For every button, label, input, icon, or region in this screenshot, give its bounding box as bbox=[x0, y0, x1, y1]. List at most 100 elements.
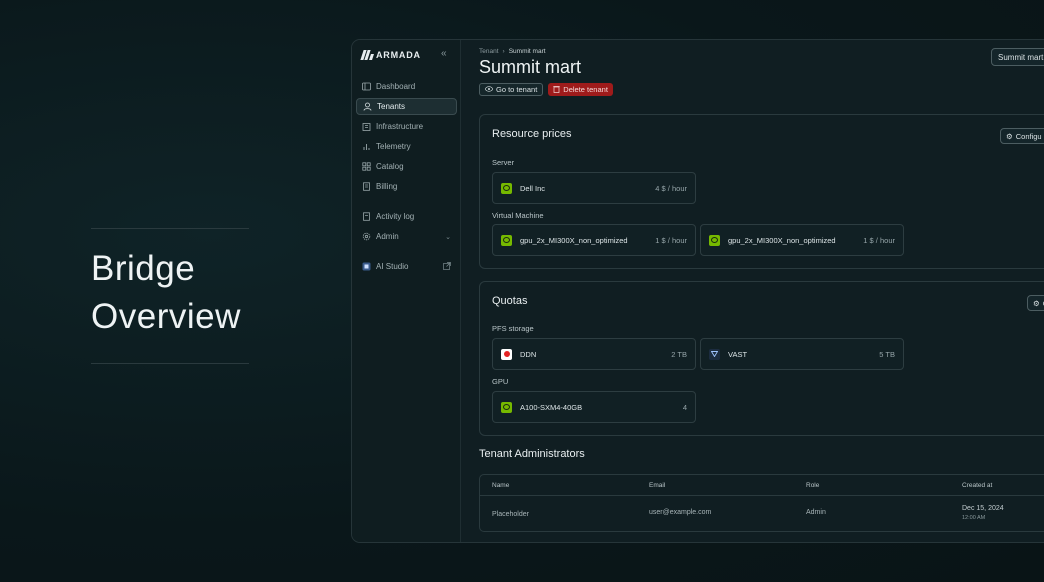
hero-title: Bridge Overview bbox=[91, 245, 249, 341]
cell-name: Placeholder bbox=[492, 511, 529, 518]
vm-price-tile[interactable]: gpu_2x_MI300X_non_optimized 1 $ / hour bbox=[700, 224, 904, 256]
sidebar-item-label: Billing bbox=[376, 182, 398, 191]
eye-icon bbox=[485, 85, 493, 94]
sidebar-item-ai-studio[interactable]: AI Studio bbox=[356, 258, 457, 275]
cell-email: user@example.com bbox=[649, 509, 712, 516]
breadcrumb: Tenant › Summit mart bbox=[479, 48, 546, 55]
tile-value: 4 $ / hour bbox=[655, 183, 687, 193]
ai-studio-icon bbox=[362, 262, 371, 271]
breadcrumb-tenant[interactable]: Tenant bbox=[479, 48, 499, 55]
tile-name: VAST bbox=[728, 349, 748, 359]
catalog-icon bbox=[362, 162, 371, 171]
sidebar-item-label: Tenants bbox=[377, 102, 406, 111]
server-price-tile[interactable]: Dell Inc 4 $ / hour bbox=[492, 172, 696, 204]
column-header-name[interactable]: Name bbox=[492, 482, 509, 489]
sidebar-item-billing[interactable]: Billing bbox=[356, 178, 457, 195]
header-actions: Go to tenant Delete tenant bbox=[479, 83, 613, 96]
quotas-card: Quotas ⚙ C PFS storage DDN 2 TB VAST 5 T… bbox=[479, 281, 1044, 436]
cell-created-date: Dec 15, 2024 bbox=[962, 505, 1004, 512]
sidebar-item-label: Dashboard bbox=[376, 82, 416, 91]
main-content: Tenant › Summit mart Summit mart Go to t… bbox=[462, 40, 1044, 542]
pfs-quota-tile[interactable]: DDN 2 TB bbox=[492, 338, 696, 370]
nvidia-icon bbox=[709, 234, 720, 246]
nvidia-icon bbox=[501, 401, 512, 413]
sidebar: ARMADA « Dashboard Tenants Infrastructur… bbox=[352, 40, 461, 542]
building-icon bbox=[362, 122, 371, 131]
quotas-title: Quotas bbox=[492, 295, 528, 307]
bar-chart-icon bbox=[362, 142, 371, 151]
tile-value: 1 $ / hour bbox=[655, 235, 687, 245]
tile-name: Dell Inc bbox=[520, 183, 546, 193]
table-header: Name Email Role Created at bbox=[480, 475, 1044, 496]
sidebar-item-label: Infrastructure bbox=[376, 122, 424, 131]
external-link-icon[interactable] bbox=[443, 261, 451, 272]
tile-name: A100-SXM4-40GB bbox=[520, 402, 583, 412]
settings-icon: ⚙ bbox=[1006, 131, 1013, 141]
app-window: ARMADA « Dashboard Tenants Infrastructur… bbox=[351, 39, 1044, 543]
column-header-email[interactable]: Email bbox=[649, 482, 665, 489]
go-to-tenant-button[interactable]: Go to tenant bbox=[479, 83, 544, 96]
tile-name: gpu_2x_MI300X_non_optimized bbox=[728, 235, 836, 245]
server-label: Server bbox=[492, 158, 515, 167]
tenant-administrators-title: Tenant Administrators bbox=[479, 448, 585, 460]
configure-prices-button[interactable]: ⚙ Configu bbox=[1000, 128, 1044, 144]
chevrons-left-icon[interactable]: « bbox=[441, 48, 447, 59]
sidebar-item-label: Catalog bbox=[376, 162, 404, 171]
configure-label: Configu bbox=[1015, 131, 1042, 141]
ddn-icon bbox=[501, 348, 512, 360]
delete-tenant-label: Delete tenant bbox=[563, 85, 608, 94]
gpu-quota-tile[interactable]: A100-SXM4-40GB 4 bbox=[492, 391, 696, 423]
trash-icon bbox=[553, 85, 560, 95]
tenant-administrators-table: Name Email Role Created at Placeholder u… bbox=[479, 474, 1044, 532]
tile-value: 1 $ / hour bbox=[863, 235, 895, 245]
delete-tenant-button[interactable]: Delete tenant bbox=[548, 83, 613, 96]
go-to-tenant-label: Go to tenant bbox=[496, 85, 538, 94]
nvidia-icon bbox=[501, 234, 512, 246]
nvidia-icon bbox=[501, 182, 512, 194]
tile-value: 4 bbox=[682, 402, 687, 412]
tenant-select[interactable]: Summit mart bbox=[991, 48, 1044, 66]
vm-price-tile[interactable]: gpu_2x_MI300X_non_optimized 1 $ / hour bbox=[492, 224, 696, 256]
sidebar-item-label: Admin bbox=[376, 232, 399, 241]
gear-icon bbox=[362, 232, 371, 241]
resource-prices-title: Resource prices bbox=[492, 128, 572, 140]
gpu-label: GPU bbox=[492, 377, 509, 386]
tile-name: DDN bbox=[520, 349, 537, 359]
sidebar-item-tenants[interactable]: Tenants bbox=[356, 98, 457, 115]
armada-logo-icon bbox=[360, 50, 374, 60]
dashboard-icon bbox=[362, 82, 371, 91]
chevron-down-icon[interactable]: ⌄ bbox=[445, 233, 451, 241]
vast-icon bbox=[709, 348, 720, 360]
tile-value: 2 TB bbox=[671, 349, 687, 359]
logo-text: ARMADA bbox=[376, 50, 421, 60]
cell-role: Admin bbox=[806, 509, 826, 516]
hero: Bridge Overview bbox=[91, 228, 249, 364]
users-icon bbox=[363, 102, 372, 111]
column-header-role[interactable]: Role bbox=[806, 482, 819, 489]
sidebar-item-admin[interactable]: Admin ⌄ bbox=[356, 228, 457, 245]
divider-top bbox=[91, 228, 249, 229]
sidebar-item-catalog[interactable]: Catalog bbox=[356, 158, 457, 175]
sidebar-item-activity-log[interactable]: Activity log bbox=[356, 208, 457, 225]
sidebar-item-label: Activity log bbox=[376, 212, 415, 221]
sidebar-nav: Dashboard Tenants Infrastructure Telemet… bbox=[356, 78, 457, 278]
pfs-storage-label: PFS storage bbox=[492, 324, 534, 333]
hero-title-line-1: Bridge bbox=[91, 249, 196, 288]
hero-title-line-2: Overview bbox=[91, 297, 241, 336]
sidebar-item-infrastructure[interactable]: Infrastructure bbox=[356, 118, 457, 135]
page-title: Summit mart bbox=[479, 57, 582, 77]
column-header-created-at[interactable]: Created at bbox=[962, 482, 992, 489]
pfs-quota-tile[interactable]: VAST 5 TB bbox=[700, 338, 904, 370]
tile-value: 5 TB bbox=[879, 349, 895, 359]
tile-name: gpu_2x_MI300X_non_optimized bbox=[520, 235, 628, 245]
settings-icon: ⚙ bbox=[1033, 298, 1040, 308]
sidebar-item-telemetry[interactable]: Telemetry bbox=[356, 138, 457, 155]
cell-created-time: 12:00 AM bbox=[962, 515, 986, 521]
log-icon bbox=[362, 212, 371, 221]
logo[interactable]: ARMADA bbox=[360, 50, 421, 60]
sidebar-item-dashboard[interactable]: Dashboard bbox=[356, 78, 457, 95]
configure-quotas-button[interactable]: ⚙ C bbox=[1027, 295, 1044, 311]
vm-label: Virtual Machine bbox=[492, 211, 544, 220]
table-row[interactable]: Placeholder user@example.com Admin Dec 1… bbox=[480, 497, 1044, 531]
breadcrumb-current: Summit mart bbox=[508, 48, 546, 55]
